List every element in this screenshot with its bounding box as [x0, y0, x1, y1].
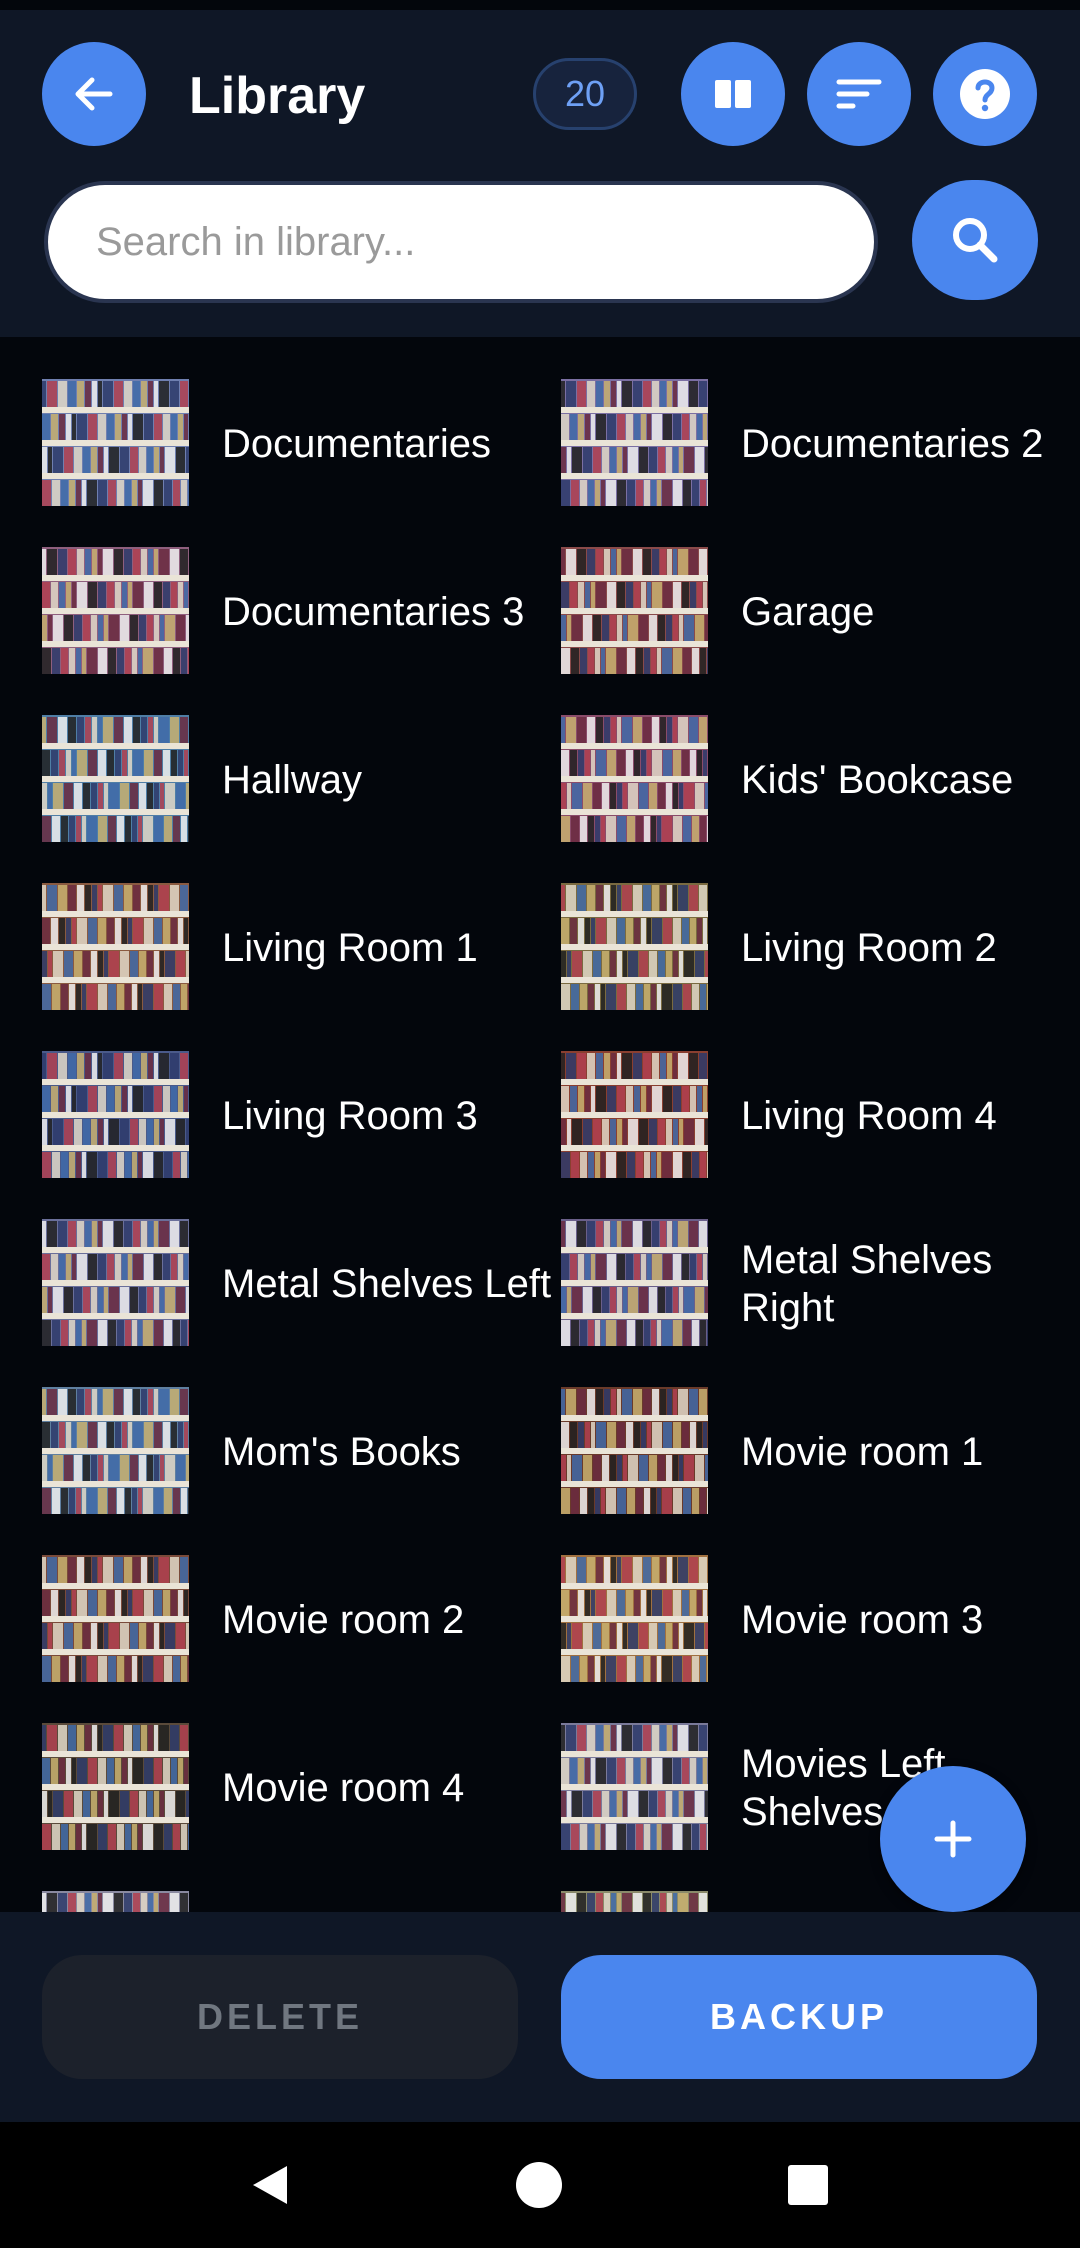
shelf-thumbnail — [42, 1387, 189, 1514]
status-bar — [0, 0, 1080, 10]
library-item-label: Living Room 4 — [741, 1094, 997, 1138]
library-item-label: Kids' Bookcase — [741, 758, 1014, 802]
shelf-thumbnail — [561, 1723, 708, 1850]
library-item-label: Movie room 4 — [222, 1766, 465, 1810]
shelf-thumbnail — [561, 715, 708, 842]
plus-icon — [934, 1820, 972, 1858]
library-item-label: Mom's Books — [222, 1430, 461, 1474]
sort-icon — [836, 79, 882, 109]
library-list-item[interactable]: Metal Shelves Right — [561, 1219, 1080, 1349]
library-list-item[interactable]: Living Room 3 — [42, 1051, 562, 1181]
library-list-item[interactable]: Movie room 1 — [561, 1387, 1080, 1517]
library-list-item[interactable]: Living Room 1 — [42, 883, 562, 1013]
library-list-item[interactable]: Living Room 4 — [561, 1051, 1080, 1181]
library-item-label: Movie room 3 — [741, 1598, 984, 1642]
library-list-item[interactable]: Documentaries 2 — [561, 379, 1080, 509]
library-list-item[interactable]: Hallway — [42, 715, 562, 845]
shelf-thumbnail — [42, 883, 189, 1010]
shelf-thumbnail — [42, 547, 189, 674]
shelf-thumbnail — [42, 379, 189, 506]
library-list-item[interactable]: Documentaries — [42, 379, 562, 509]
library-item-label: Garage — [741, 590, 875, 634]
library-item-label: Documentaries — [222, 422, 492, 466]
nav-back-button[interactable] — [235, 2150, 305, 2220]
library-item-label: Living Room 2 — [741, 926, 997, 970]
shelf-thumbnail — [42, 1555, 189, 1682]
circle-home-icon — [516, 2162, 562, 2208]
shelf-thumbnail — [42, 1051, 189, 1178]
count-badge: 20 — [533, 58, 637, 130]
view-toggle-button[interactable] — [681, 42, 785, 146]
shelf-thumbnail — [561, 1051, 708, 1178]
search-button[interactable] — [912, 180, 1038, 300]
library-item-label — [222, 1891, 562, 1912]
add-shelf-button[interactable] — [880, 1766, 1026, 1912]
shelf-thumbnail — [42, 1891, 189, 1912]
shelf-thumbnail — [561, 1555, 708, 1682]
library-list-item[interactable]: Movie room 3 — [561, 1555, 1080, 1685]
shelf-thumbnail — [561, 883, 708, 1010]
search-input[interactable] — [44, 181, 878, 303]
library-item-label: Documentaries 3 — [222, 590, 525, 634]
search-icon — [953, 218, 998, 263]
library-list-item[interactable]: Documentaries 3 — [42, 547, 562, 677]
shelf-thumbnail — [561, 1219, 708, 1346]
library-item-label: Metal Shelves Right — [741, 1238, 993, 1330]
shelf-thumbnail — [561, 379, 708, 506]
library-list[interactable]: Documentaries Documentaries 2 Documentarie… — [0, 337, 1080, 1912]
nav-home-button[interactable] — [504, 2150, 574, 2220]
library-item-label: Hallway — [222, 758, 363, 802]
library-list-item[interactable]: Living Room 2 — [561, 883, 1080, 1013]
shelf-thumbnail — [561, 1891, 708, 1912]
backup-button[interactable]: BACKUP — [561, 1955, 1037, 2079]
bottom-action-bar: DELETE BACKUP — [0, 1912, 1080, 2122]
back-button[interactable] — [42, 42, 146, 146]
library-list-item[interactable] — [42, 1891, 562, 1912]
library-list-item[interactable]: Kids' Bookcase — [561, 715, 1080, 845]
library-item-label: Living Room 3 — [222, 1094, 478, 1138]
help-button[interactable] — [933, 42, 1037, 146]
library-list-item[interactable]: Metal Shelves Left — [42, 1219, 562, 1349]
square-recents-icon — [788, 2165, 828, 2205]
library-screen: Library 20 Search in library... Document… — [0, 0, 1080, 2248]
system-nav-bar — [0, 2122, 1080, 2248]
library-list-item[interactable] — [561, 1891, 1080, 1912]
library-list-item[interactable]: Garage — [561, 547, 1080, 677]
triangle-back-icon — [253, 2166, 287, 2204]
page-title: Library — [189, 67, 366, 125]
shelf-thumbnail — [561, 547, 708, 674]
library-item-label: Documentaries 2 — [741, 422, 1044, 466]
nav-recents-button[interactable] — [773, 2150, 843, 2220]
library-list-item[interactable]: Movie room 4 — [42, 1723, 562, 1853]
book-open-icon — [715, 80, 751, 108]
help-icon — [960, 69, 1010, 119]
header: Library 20 — [0, 10, 1080, 337]
shelf-thumbnail — [561, 1387, 708, 1514]
library-item-label: Living Room 1 — [222, 926, 478, 970]
library-item-label: Movie room 1 — [741, 1430, 984, 1474]
sort-button[interactable] — [807, 42, 911, 146]
delete-button[interactable]: DELETE — [42, 1955, 518, 2079]
library-list-item[interactable]: Movie room 2 — [42, 1555, 562, 1685]
library-item-label: Metal Shelves Left — [222, 1262, 552, 1306]
library-list-item[interactable]: Mom's Books — [42, 1387, 562, 1517]
shelf-thumbnail — [42, 1219, 189, 1346]
library-item-label: Movie room 2 — [222, 1598, 465, 1642]
shelf-thumbnail — [42, 715, 189, 842]
shelf-thumbnail — [42, 1723, 189, 1850]
arrow-left-icon — [75, 77, 113, 111]
